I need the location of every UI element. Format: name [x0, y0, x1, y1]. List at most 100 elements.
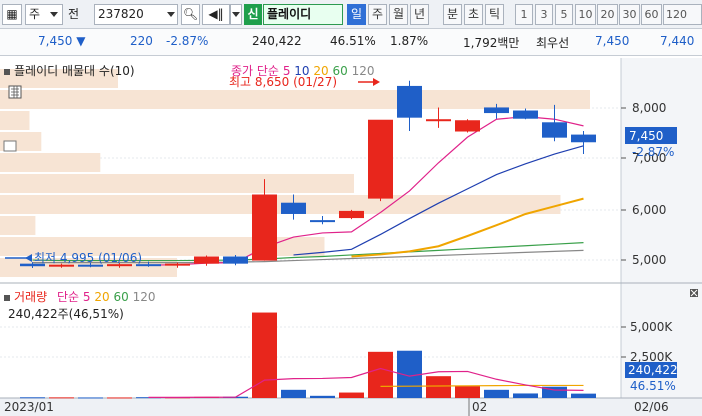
- interval-button-30[interactable]: 30: [619, 4, 640, 25]
- search-button[interactable]: 🔍︎: [181, 4, 200, 25]
- vol-ma-5: 5: [82, 290, 91, 304]
- volume-profile-bar: [0, 153, 101, 172]
- speaker-icon: ◀‖: [208, 7, 224, 21]
- vol-ma-20: 20: [94, 290, 110, 304]
- volume-bar: [49, 397, 74, 399]
- y-tick-5000: 5,000: [632, 253, 666, 267]
- vol-y-tick-2500k: 2,500K: [630, 350, 673, 364]
- y-tick-8000: 8,000: [632, 101, 666, 115]
- interval-button-120[interactable]: 120: [663, 4, 702, 25]
- interval-button-5[interactable]: 5: [555, 4, 573, 25]
- candle-body: [310, 220, 335, 223]
- stock-name-field[interactable]: 플레이디: [263, 4, 343, 25]
- y-tick-6000: 6,000: [632, 203, 666, 217]
- candle-body: [542, 122, 567, 138]
- ma-legend-label: 종가 단순: [231, 64, 279, 78]
- price-change: 220: [130, 34, 153, 48]
- panel-handle-icon[interactable]: [3, 140, 17, 152]
- code-dropdown-button[interactable]: [165, 4, 178, 25]
- volume-bar: [107, 397, 132, 399]
- chart-toolbar: ▦ 주 전 237820 🔍︎ ◀‖ 신 플레이디 일 주 월 년 분 초 틱 …: [0, 0, 702, 29]
- interval-button-1[interactable]: 1: [515, 4, 533, 25]
- ma-legend-10: 10: [294, 64, 310, 78]
- candle-body: [252, 194, 277, 261]
- vol-ma-label: 단순: [56, 290, 80, 304]
- volume-profile-bar: [0, 195, 561, 214]
- market-select-label: 주: [29, 7, 41, 21]
- volume-profile-bar: [0, 216, 36, 235]
- interval-button-10[interactable]: 10: [575, 4, 596, 25]
- chevron-down-icon: [49, 12, 58, 17]
- candle-body: [513, 110, 538, 119]
- candle-body: [281, 202, 306, 214]
- volume-bar: [20, 397, 45, 399]
- candle-body: [455, 120, 480, 132]
- search-icon: 🔍︎: [182, 7, 199, 21]
- volume-panel-title-text: 거래량: [14, 290, 48, 304]
- time-axis-background: [0, 398, 702, 416]
- volume-bar: [281, 389, 306, 398]
- vol-ma-120: 120: [132, 290, 156, 304]
- credit-badge[interactable]: 신: [244, 4, 262, 25]
- volume-profile-bar: [0, 90, 590, 109]
- candle-body: [194, 256, 219, 264]
- vol-ma-60: 60: [113, 290, 129, 304]
- current-change-tag-label: -2.87%: [632, 145, 674, 159]
- interval-button-3[interactable]: 3: [535, 4, 553, 25]
- volume-profile-bar: [0, 111, 30, 130]
- bid-price: 7,440: [660, 34, 695, 48]
- market-select[interactable]: 주: [25, 4, 63, 25]
- period-tab-week[interactable]: 주: [368, 4, 387, 25]
- period-tab-tick[interactable]: 틱: [485, 4, 504, 25]
- candle-body: [223, 256, 248, 264]
- ma-legend-20: 20: [313, 64, 329, 78]
- period-tab-month[interactable]: 월: [389, 4, 408, 25]
- x-axis-last-date: 02/06: [634, 400, 669, 414]
- volume-ratio: 46.51%: [330, 34, 376, 48]
- ma-legend-5: 5: [282, 64, 291, 78]
- volume-bar: [339, 392, 364, 398]
- volume-bar: [571, 393, 596, 398]
- candle-body: [397, 85, 422, 118]
- candle-body: [484, 107, 509, 114]
- current-price-value: 7,450: [38, 34, 73, 48]
- price-panel-title-text: 플레이디 매물대 수(10): [14, 64, 135, 78]
- sound-button[interactable]: ◀‖: [202, 4, 230, 25]
- current-price-tag-label: 7,450: [629, 129, 663, 143]
- candlestick-chart[interactable]: 8,000 7,000 6,000 5,000 7,450 -2.87% 5,0…: [0, 58, 702, 416]
- period-tab-second[interactable]: 초: [464, 4, 483, 25]
- panel-bullet-icon: [4, 68, 10, 75]
- price-change-pct: -2.87%: [166, 34, 209, 48]
- period-tab-day[interactable]: 일: [347, 4, 366, 25]
- volume-profile-bar: [0, 174, 354, 193]
- quote-info-bar: 7,450 ▼ 220 -2.87% 240,422 46.51% 1.87% …: [0, 29, 702, 56]
- period-tab-minute[interactable]: 분: [443, 4, 462, 25]
- panel-bullet-icon: [4, 294, 10, 301]
- stock-code-input[interactable]: 237820: [94, 4, 176, 25]
- volume-bar: [78, 397, 103, 399]
- turnover-rate: 1.87%: [390, 34, 429, 48]
- low-price-note: 최저 4,995 (01/06): [34, 251, 142, 265]
- sound-dropdown-button[interactable]: [230, 4, 242, 25]
- interval-button-60[interactable]: 60: [641, 4, 662, 25]
- vol-y-tick-5000k: 5,000K: [630, 320, 673, 334]
- candle-body: [339, 210, 364, 219]
- chart-area[interactable]: 8,000 7,000 6,000 5,000 7,450 -2.87% 5,0…: [0, 58, 702, 416]
- volume-value: 240,422: [252, 34, 302, 48]
- candle-body: [571, 134, 596, 143]
- window-menu-icon[interactable]: ▦: [2, 4, 22, 25]
- period-tab-year[interactable]: 년: [410, 4, 429, 25]
- ask-price: 7,450: [595, 34, 630, 48]
- volume-bar: [426, 376, 451, 398]
- trade-amount: 1,792백만: [463, 36, 520, 50]
- chevron-down-icon: [167, 12, 175, 17]
- current-price: 7,450 ▼: [38, 34, 85, 48]
- current-volume-tag-label: 240,422: [628, 363, 678, 377]
- priority-label: 최우선: [536, 36, 570, 50]
- ma-legend: 종가 단순 5 10 20 60 120: [231, 62, 375, 79]
- price-panel-title: 플레이디 매물대 수(10): [4, 62, 135, 79]
- market-prefix-label: 전: [68, 7, 80, 21]
- volume-bar: [484, 389, 509, 398]
- interval-button-20[interactable]: 20: [597, 4, 618, 25]
- chevron-down-icon: [232, 12, 240, 17]
